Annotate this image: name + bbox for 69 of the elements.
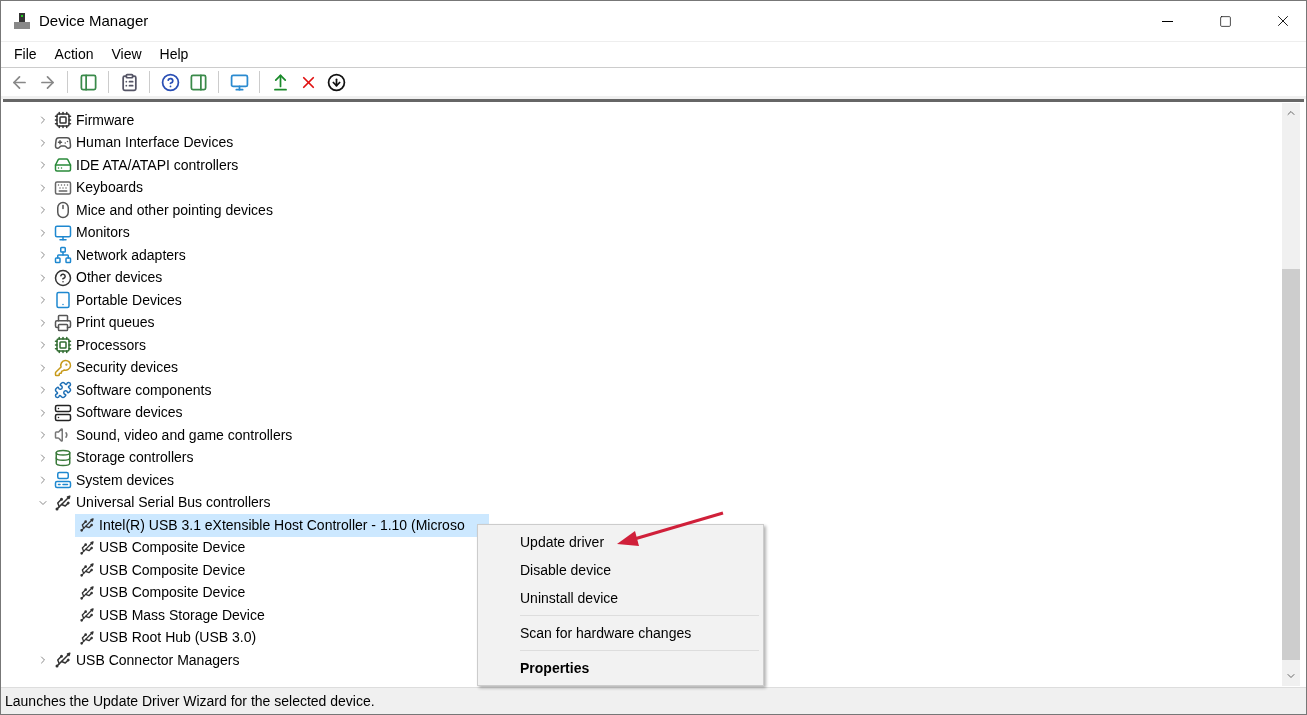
drive-icon [54, 156, 72, 175]
tree-item[interactable]: USB Composite Device [75, 559, 252, 582]
menu-item[interactable]: Help [150, 42, 198, 67]
plug-icon [79, 517, 95, 534]
tree-item[interactable]: Software components [75, 379, 213, 401]
scrollbar[interactable] [1282, 103, 1300, 686]
tree-item-label: USB Mass Storage Device [99, 605, 265, 625]
tree-item[interactable]: Keyboards [75, 177, 144, 199]
key-icon [54, 358, 72, 377]
minimize-icon [1161, 20, 1173, 22]
printer-icon [54, 313, 72, 332]
tree-item[interactable]: System devices [75, 469, 176, 491]
tree-item[interactable]: USB Root Hub (USB 3.0) [75, 626, 263, 649]
menu-item[interactable]: Action [45, 42, 103, 67]
tree-item[interactable]: Mice and other pointing devices [75, 199, 274, 221]
menu-item[interactable]: Uninstall device [480, 584, 761, 612]
tree-item[interactable]: IDE ATA/ATAPI controllers [75, 154, 240, 176]
tablet-icon [54, 291, 72, 310]
tree-item[interactable]: Sound, video and game controllers [75, 424, 294, 446]
menu-item[interactable]: File [5, 42, 46, 67]
storage-icon [54, 448, 72, 467]
scrollbar-thumb[interactable] [1282, 269, 1300, 660]
menu-item[interactable]: Scan for hardware changes [480, 619, 761, 647]
keyboard-icon [54, 178, 72, 197]
tree-item[interactable]: Security devices [75, 357, 179, 379]
tree-item[interactable]: USB Connector Managers [75, 649, 241, 671]
plug-icon [79, 607, 95, 624]
tree-item[interactable]: Other devices [75, 267, 164, 289]
tree-item[interactable]: Processors [75, 334, 148, 356]
mouse-icon [54, 201, 72, 220]
menu-item[interactable]: Disable device [480, 556, 761, 584]
tree-item[interactable]: USB Mass Storage Device [75, 604, 271, 627]
tree-item[interactable]: Universal Serial Bus controllers [75, 492, 272, 514]
tree-item[interactable]: Software devices [75, 402, 184, 424]
puzzle-icon [54, 381, 72, 400]
status-text: Launches the Update Driver Wizard for the selected device. [5, 691, 375, 711]
tree-item[interactable]: Firmware [75, 109, 136, 131]
plug-icon [79, 629, 95, 646]
tree-item[interactable]: Print queues [75, 312, 156, 334]
tree-item-label: Intel(R) USB 3.1 eXtensible Host Controller - 1.10 (Microso [99, 515, 465, 535]
network-icon [54, 246, 72, 265]
device-icon [13, 12, 31, 30]
question-icon [54, 268, 72, 287]
menu-item[interactable]: View [102, 42, 151, 67]
chip-icon [54, 111, 72, 130]
computer-icon [54, 471, 72, 490]
monitor-icon [54, 223, 72, 242]
chip-icon [54, 336, 72, 355]
plug-icon [54, 493, 72, 512]
tree-item[interactable]: USB Composite Device [75, 581, 252, 604]
tree-item[interactable]: Portable Devices [75, 289, 183, 311]
plug-icon [79, 584, 95, 601]
tree-item-label: USB Root Hub (USB 3.0) [99, 628, 257, 648]
tree-item[interactable]: Storage controllers [75, 447, 195, 469]
tree-item-label: USB Composite Device [99, 560, 246, 580]
maximize-icon [1218, 14, 1232, 28]
tree-item[interactable]: Human Interface Devices [75, 132, 235, 154]
menu-item[interactable]: Properties [480, 654, 761, 682]
tree-item[interactable]: Intel(R) USB 3.1 eXtensible Host Controller - 1.10 (Microso [75, 514, 489, 537]
tree-item-label: USB Composite Device [99, 583, 246, 603]
server-icon [54, 403, 72, 422]
plug-icon [79, 562, 95, 579]
plug-icon [54, 651, 72, 670]
tree-item[interactable]: Monitors [75, 222, 131, 244]
tree-item[interactable]: Network adapters [75, 244, 187, 266]
tree-item-label: USB Composite Device [99, 538, 246, 558]
tree-item[interactable]: USB Composite Device [75, 536, 252, 559]
plug-icon [79, 539, 95, 556]
window-title: Device Manager [39, 10, 149, 31]
